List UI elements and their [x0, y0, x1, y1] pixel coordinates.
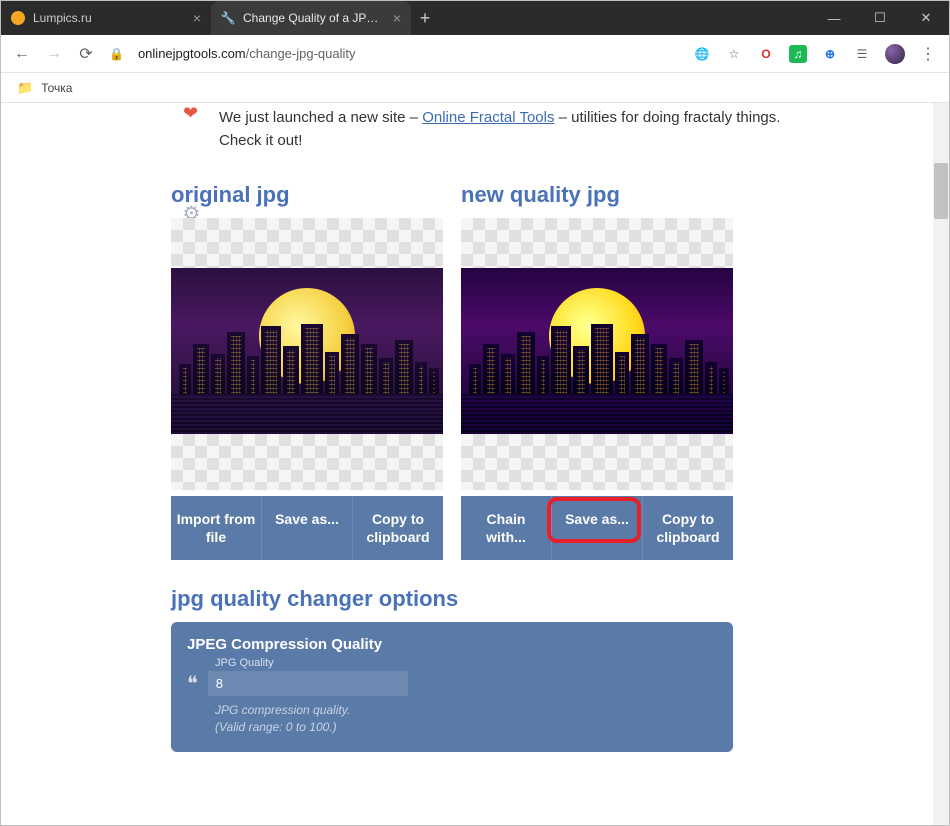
- quote-icon: ❝: [187, 671, 198, 696]
- copy-clipboard-button[interactable]: Copy to clipboard: [642, 496, 733, 560]
- extension-icon[interactable]: ⊕: [821, 45, 839, 63]
- result-image-box[interactable]: [461, 218, 733, 490]
- favicon-icon: 🔧: [221, 11, 235, 25]
- minimize-button[interactable]: —: [811, 1, 857, 35]
- page-content: ❤ ⚙ ★ 🔗 🐦 We just launched a new site – …: [1, 103, 949, 825]
- quality-input[interactable]: [208, 671, 408, 696]
- favicon-icon: [11, 11, 25, 25]
- star-icon[interactable]: ☆: [725, 45, 743, 63]
- url-field[interactable]: onlinejpgtools.com/change-jpg-quality: [138, 46, 679, 61]
- address-bar: ← → ⟳ 🔒 onlinejpgtools.com/change-jpg-qu…: [1, 35, 949, 73]
- copy-clipboard-button[interactable]: Copy to clipboard: [352, 496, 443, 560]
- lock-icon: 🔒: [109, 47, 124, 61]
- tab-lumpics[interactable]: Lumpics.ru ×: [1, 1, 211, 35]
- tab-title: Change Quality of a JPEG - Onlin: [243, 11, 385, 25]
- new-tab-button[interactable]: +: [411, 1, 439, 35]
- scrollbar-thumb[interactable]: [934, 163, 948, 219]
- back-button[interactable]: ←: [13, 45, 31, 63]
- bookmark-item[interactable]: Точка: [41, 81, 72, 95]
- scrollbar[interactable]: [933, 103, 949, 825]
- close-icon[interactable]: ×: [193, 10, 201, 26]
- bookmarks-bar: 📁 Точка: [1, 73, 949, 103]
- menu-button[interactable]: ⋮: [919, 44, 937, 64]
- reading-list-icon[interactable]: ☰: [853, 45, 871, 63]
- close-window-button[interactable]: ✕: [903, 1, 949, 35]
- option-label: JPG Quality: [215, 657, 717, 669]
- save-as-button[interactable]: Save as...: [551, 496, 642, 560]
- profile-avatar[interactable]: [885, 44, 905, 64]
- result-panel: new quality jpg Chain with... Save as...: [461, 182, 733, 560]
- tab-onlinejpgtools[interactable]: 🔧 Change Quality of a JPEG - Onlin ×: [211, 1, 411, 35]
- panel-title: original jpg: [171, 182, 443, 208]
- extension-icon[interactable]: ♫: [789, 45, 807, 63]
- options-title: jpg quality changer options: [171, 586, 791, 612]
- folder-icon: 📁: [17, 80, 33, 96]
- reload-button[interactable]: ⟳: [77, 44, 95, 64]
- forward-button[interactable]: →: [45, 45, 63, 63]
- preview-image: [461, 268, 733, 434]
- banner-link[interactable]: Online Fractal Tools: [422, 109, 554, 126]
- save-as-button[interactable]: Save as...: [261, 496, 352, 560]
- translate-icon[interactable]: 🌐: [693, 45, 711, 63]
- original-panel: original jpg Import from file Save as...: [171, 182, 443, 560]
- titlebar: Lumpics.ru × 🔧 Change Quality of a JPEG …: [1, 1, 949, 35]
- preview-image: [171, 268, 443, 434]
- tab-title: Lumpics.ru: [33, 11, 185, 25]
- option-heading: JPEG Compression Quality: [187, 636, 717, 653]
- banner-text: We just launched a new site –: [219, 109, 422, 126]
- announcement-banner: We just launched a new site – Online Fra…: [171, 103, 791, 152]
- options-box: JPEG Compression Quality JPG Quality ❝ J…: [171, 622, 733, 752]
- extension-icon[interactable]: O: [757, 45, 775, 63]
- import-button[interactable]: Import from file: [171, 496, 261, 560]
- chain-with-button[interactable]: Chain with...: [461, 496, 551, 560]
- maximize-button[interactable]: ☐: [857, 1, 903, 35]
- heart-icon: ❤: [183, 103, 198, 124]
- original-buttons: Import from file Save as... Copy to clip…: [171, 496, 443, 560]
- original-image-box[interactable]: [171, 218, 443, 490]
- option-hint: JPG compression quality.(Valid range: 0 …: [215, 702, 717, 736]
- panel-title: new quality jpg: [461, 182, 733, 208]
- result-buttons: Chain with... Save as... Copy to clipboa…: [461, 496, 733, 560]
- close-icon[interactable]: ×: [393, 10, 401, 26]
